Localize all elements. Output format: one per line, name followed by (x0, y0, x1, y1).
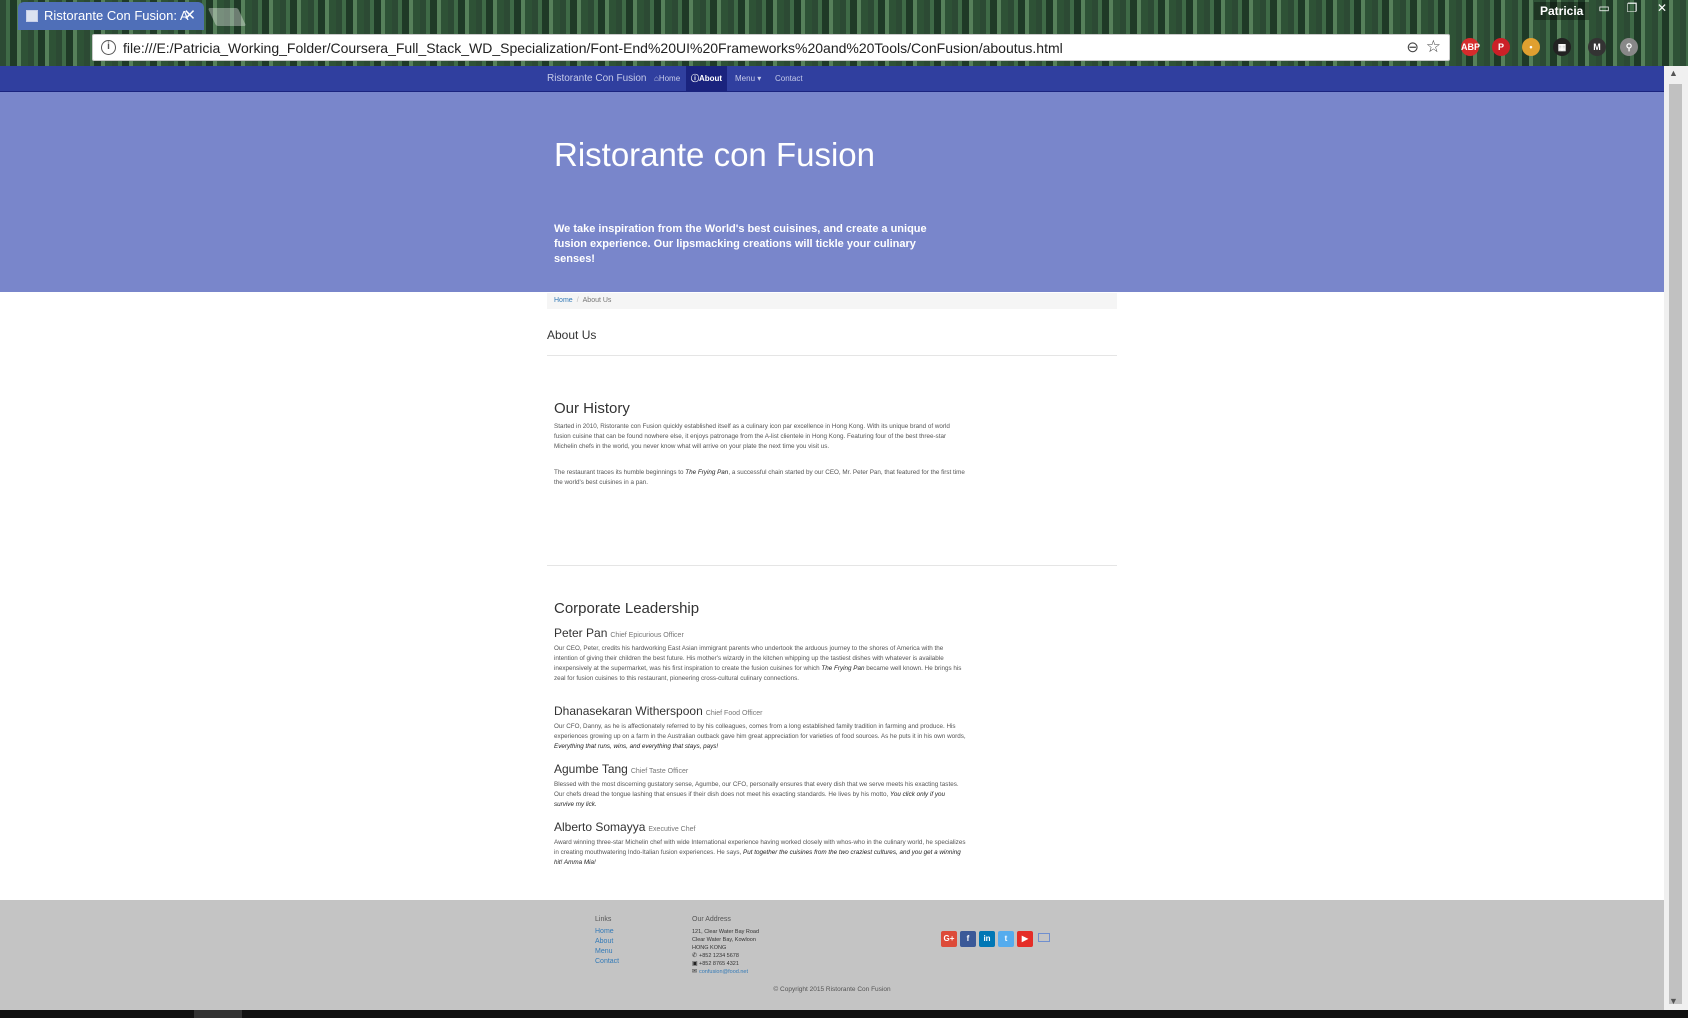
history-text-start: The restaurant traces its humble beginni… (554, 469, 686, 476)
pinterest-icon[interactable]: P (1492, 38, 1510, 56)
footer-link-about[interactable]: About (595, 938, 613, 945)
browser-chrome: Ristorante Con Fusion: A ✕ Patricia ▭ ❐ … (0, 0, 1688, 66)
address-line: HONG KONG (692, 945, 727, 951)
divider (547, 565, 1117, 566)
footer-phone: ✆ +852 1234 5678 (692, 952, 739, 960)
taskbar (0, 1010, 1688, 1018)
footer-fax: ▣+852 8765 4321 (692, 960, 739, 968)
footer: Links Home About Menu Contact Our Addres… (0, 900, 1664, 1010)
divider (547, 355, 1117, 356)
youtube-icon[interactable]: ▶ (1017, 931, 1033, 947)
leader-name: Alberto Somayya Executive Chef (554, 820, 695, 834)
footer-link-contact[interactable]: Contact (595, 958, 619, 965)
leader-name-text: Alberto Somayya (554, 820, 646, 834)
footer-links-title: Links (595, 916, 612, 923)
fax-number: +852 8765 4321 (699, 961, 739, 967)
pdf-icon[interactable]: ⚲ (1620, 38, 1638, 56)
gmail-icon[interactable]: M (1588, 38, 1606, 56)
profile-button[interactable]: Patricia (1534, 2, 1590, 20)
fax-icon: ▣ (692, 961, 698, 967)
breadcrumb-separator: / (576, 297, 579, 304)
leader-role: Chief Epicurious Officer (610, 632, 684, 639)
navbar-brand[interactable]: Ristorante Con Fusion (547, 73, 647, 84)
navbar: Ristorante Con Fusion ⌂Home ⓘAbout Menu … (0, 66, 1664, 92)
history-text-emphasis: The Frying Pan (685, 469, 729, 476)
tab-close-icon[interactable]: ✕ (183, 2, 196, 30)
leadership-title: Corporate Leadership (554, 600, 700, 617)
leader-role: Executive Chef (648, 826, 696, 833)
new-tab-button[interactable] (207, 8, 247, 26)
phone-icon: ✆ (692, 953, 698, 959)
address-line: Clear Water Bay, Kowloon (692, 937, 756, 943)
mail-icon[interactable] (1038, 933, 1050, 942)
address-line: 121, Clear Water Bay Road (692, 929, 760, 935)
copyright: © Copyright 2015 Ristorante Con Fusion (773, 986, 891, 993)
footer-address-title: Our Address (692, 916, 731, 923)
scroll-up-icon[interactable]: ▲ (1669, 68, 1678, 78)
leader-bio: Award winning three-star Michelin chef w… (554, 838, 966, 868)
breadcrumb-current: About Us (582, 297, 612, 304)
bio-start: Our CFO, Danny, as he is affectionately … (554, 723, 966, 740)
restore-icon[interactable]: ❐ (1618, 0, 1646, 18)
jumbotron: Ristorante con Fusion We take inspiratio… (0, 92, 1664, 292)
url-text[interactable]: file:///E:/Patricia_Working_Folder/Cours… (123, 40, 1063, 56)
phone-number: +852 1234 5678 (699, 953, 739, 959)
bio-emphasis: The Frying Pan (821, 665, 865, 672)
adblock-plus-icon[interactable]: ABP (1461, 38, 1480, 56)
facebook-icon[interactable]: f (960, 931, 976, 947)
address-bar[interactable]: i file:///E:/Patricia_Working_Folder/Cou… (92, 34, 1450, 61)
leader-name: Agumbe Tang Chief Taste Officer (554, 762, 688, 776)
window-close-icon[interactable]: ✕ (1648, 0, 1676, 18)
leader-name-text: Peter Pan (554, 626, 608, 640)
twitter-icon[interactable]: t (998, 931, 1014, 947)
qr-extension-icon[interactable]: ▦ (1553, 38, 1571, 56)
info-icon[interactable]: i (101, 40, 116, 55)
bookmark-star-icon[interactable]: ☆ (1426, 37, 1441, 57)
breadcrumb-home[interactable]: Home (554, 297, 573, 304)
browser-tab[interactable]: Ristorante Con Fusion: A ✕ (18, 2, 204, 30)
footer-link-menu[interactable]: Menu (595, 948, 613, 955)
leader-role: Chief Taste Officer (630, 768, 689, 775)
leader-role: Chief Food Officer (705, 710, 763, 717)
footer-email: ✉ confusion@food.net (692, 968, 748, 976)
nav-menu-dropdown[interactable]: Menu ▾ (730, 66, 766, 92)
linkedin-icon[interactable]: in (979, 931, 995, 947)
tab-title: Ristorante Con Fusion: A (44, 8, 189, 23)
leader-name: Dhanasekaran Witherspoon Chief Food Offic… (554, 704, 762, 718)
page-favicon-icon (26, 10, 38, 22)
email-link[interactable]: confusion@food.net (699, 969, 748, 975)
minimize-icon[interactable]: ▭ (1590, 0, 1618, 18)
scroll-down-icon[interactable]: ▼ (1669, 996, 1678, 1006)
leader-bio: Our CEO, Peter, credits his hardworking … (554, 644, 966, 684)
leader-name-text: Agumbe Tang (554, 762, 628, 776)
google-plus-icon[interactable]: G+ (941, 931, 957, 947)
footer-link-home[interactable]: Home (595, 928, 614, 935)
bio-emphasis: Everything that runs, wins, and everythi… (554, 743, 719, 750)
jumbotron-tagline: We take inspiration from the World's bes… (554, 223, 927, 265)
nav-home[interactable]: ⌂Home (649, 66, 685, 92)
nav-contact[interactable]: Contact (770, 66, 808, 92)
zoom-icon[interactable]: ⊖ (1406, 38, 1419, 56)
scrollbar-thumb[interactable] (1669, 84, 1682, 1004)
history-paragraph-2: The restaurant traces its humble beginni… (554, 468, 966, 488)
leader-bio: Blessed with the most discerning gustato… (554, 780, 966, 810)
leader-name: Peter Pan Chief Epicurious Officer (554, 626, 684, 640)
taskbar-item[interactable] (194, 1010, 242, 1018)
page-content: Ristorante Con Fusion ⌂Home ⓘAbout Menu … (0, 66, 1664, 1010)
leader-name-text: Dhanasekaran Witherspoon (554, 704, 703, 718)
jumbotron-title: Ristorante con Fusion (554, 136, 875, 173)
envelope-icon: ✉ (692, 969, 698, 975)
breadcrumb: Home / About Us (547, 293, 1117, 309)
history-title: Our History (554, 400, 630, 417)
history-paragraph-1: Started in 2010, Ristorante con Fusion q… (554, 423, 950, 450)
leader-bio: Our CFO, Danny, as he is affectionately … (554, 722, 966, 752)
nav-about[interactable]: ⓘAbout (686, 66, 728, 92)
vertical-scrollbar[interactable]: ▲ ▼ (1664, 66, 1688, 1010)
colorful-extension-icon[interactable]: • (1522, 38, 1540, 56)
page-title: About Us (547, 328, 597, 342)
